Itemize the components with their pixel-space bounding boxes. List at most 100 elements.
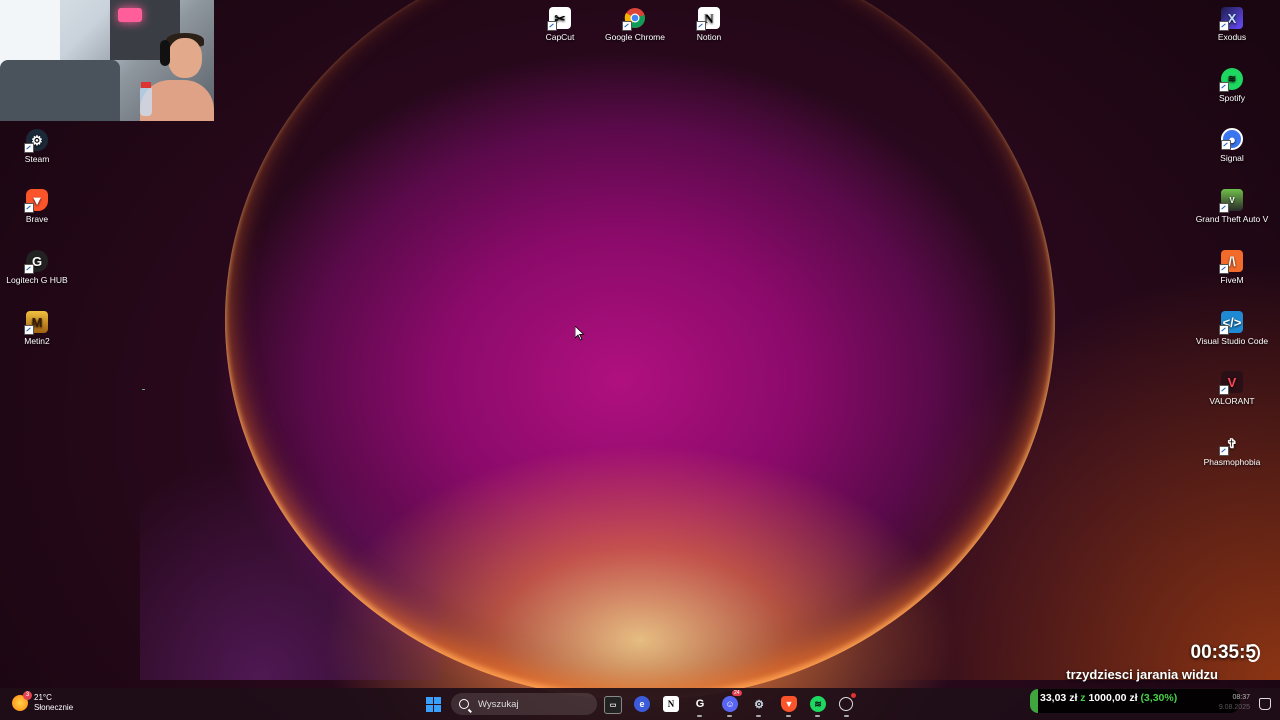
desktop-icon-label: Spotify xyxy=(1219,93,1245,103)
desktop-icon-label: Phasmophobia xyxy=(1203,457,1261,467)
discord-icon[interactable]: ☺ xyxy=(722,696,738,712)
desktop-icon-label: Logitech G HUB xyxy=(6,275,68,285)
capcut-icon: ✂ xyxy=(547,7,571,31)
donation-current: 33,03 zł xyxy=(1040,692,1078,704)
shortcut-arrow-icon xyxy=(24,203,34,213)
running-indicator xyxy=(815,715,820,717)
sun-icon: 3 xyxy=(12,691,32,711)
desktop-icon-label: Visual Studio Code xyxy=(1195,336,1269,346)
search-icon xyxy=(459,699,469,709)
edge-icon[interactable]: e xyxy=(634,696,650,712)
mouse-cursor-icon xyxy=(575,326,585,341)
shortcut-arrow-icon xyxy=(1219,325,1229,335)
shortcut-arrow-icon xyxy=(1221,140,1231,150)
donation-goal-text: 33,03 zł z 1000,00 zł (3,30%) xyxy=(1040,692,1177,704)
shortcut-arrow-icon xyxy=(1219,446,1229,456)
logitech-icon: G xyxy=(24,250,48,274)
running-indicator xyxy=(844,715,849,717)
running-indicator xyxy=(727,715,732,717)
donation-separator: z xyxy=(1080,692,1086,704)
desktop-icon-exodus[interactable]: X Exodus xyxy=(1192,7,1272,43)
brave-taskbar-icon[interactable]: ▼ xyxy=(781,696,797,712)
shortcut-arrow-icon xyxy=(24,264,34,274)
shortcut-arrow-icon xyxy=(1219,264,1229,274)
desktop-icon-fivem[interactable]: /\ FiveM xyxy=(1192,250,1272,286)
bottle-icon xyxy=(140,86,152,116)
weather-condition: Słonecznie xyxy=(34,703,74,712)
desktop-icon-gta[interactable]: V Grand Theft Auto V xyxy=(1192,189,1272,225)
weather-temp: 21°C xyxy=(34,693,52,702)
desktop-icon-label: Google Chrome xyxy=(604,32,665,42)
desktop-icon-phasmophobia[interactable]: ✞ Phasmophobia xyxy=(1192,432,1272,468)
desktop-icon-spotify[interactable]: ≋ Spotify xyxy=(1192,68,1272,104)
signal-icon: ● xyxy=(1221,128,1243,150)
desktop-icon-notion[interactable]: N Notion xyxy=(669,7,749,43)
desktop-icon-label: Brave xyxy=(25,214,49,224)
taskbar-clock[interactable]: 08:37 9.08.2025 xyxy=(1219,693,1250,713)
desktop-icon-label: Notion xyxy=(696,32,722,42)
weather-badge: 3 xyxy=(23,691,32,700)
refresh-icon xyxy=(1246,644,1260,662)
phasmophobia-icon: ✞ xyxy=(1219,432,1243,456)
desktop-icon-logitech[interactable]: G Logitech G HUB xyxy=(0,250,77,286)
desktop-icon-capcut[interactable]: ✂ CapCut xyxy=(520,7,600,43)
metin2-icon: M xyxy=(24,311,48,335)
clock-date: 9.08.2025 xyxy=(1218,704,1250,711)
spotify-icon: ≋ xyxy=(1219,68,1243,92)
search-placeholder: Wyszukaj xyxy=(478,698,519,710)
donation-progress-fill xyxy=(1030,689,1038,713)
steam-taskbar-icon[interactable]: ⚙ xyxy=(751,696,767,712)
notification-dot xyxy=(851,693,856,698)
settings-icon[interactable] xyxy=(839,697,853,711)
wallpaper-glow-left xyxy=(140,420,440,680)
shortcut-arrow-icon xyxy=(24,143,34,153)
valorant-icon: V xyxy=(1219,371,1243,395)
desktop-icon-signal[interactable]: ● Signal xyxy=(1192,128,1272,164)
spotify-taskbar-icon[interactable]: ≋ xyxy=(810,696,826,712)
desktop-icon-steam[interactable]: ⚙ Steam xyxy=(0,129,77,165)
shortcut-arrow-icon xyxy=(696,21,706,31)
desktop-icon-metin2[interactable]: M Metin2 xyxy=(0,311,77,347)
webcam-lamp xyxy=(118,8,142,22)
headset-icon xyxy=(160,40,170,66)
weather-widget[interactable]: 3 21°C Słonecznie xyxy=(12,691,74,713)
shortcut-arrow-icon xyxy=(1219,385,1229,395)
steam-icon: ⚙ xyxy=(24,129,48,153)
terminal-icon[interactable]: ▭ xyxy=(604,696,622,714)
desktop-artifact xyxy=(142,389,145,390)
webcam-person-head xyxy=(168,38,202,78)
desktop-icon-chrome[interactable]: Google Chrome xyxy=(595,7,675,43)
desktop-icon-label: Signal xyxy=(1220,153,1244,163)
shortcut-arrow-icon xyxy=(622,21,632,31)
desktop-icon-label: Metin2 xyxy=(24,336,50,346)
desktop-icon-label: VALORANT xyxy=(1209,396,1255,406)
shortcut-arrow-icon xyxy=(24,325,34,335)
shortcut-arrow-icon xyxy=(1219,82,1229,92)
running-indicator xyxy=(756,715,761,717)
gta-icon: V xyxy=(1219,189,1243,213)
shortcut-arrow-icon xyxy=(1219,21,1229,31)
shortcut-arrow-icon xyxy=(547,21,557,31)
donation-goal: 1000,00 zł xyxy=(1088,692,1138,704)
logitech-taskbar-icon[interactable]: G xyxy=(692,696,708,712)
brave-icon: ▼ xyxy=(24,189,48,213)
taskbar-search[interactable]: Wyszukaj xyxy=(451,693,597,715)
notion-icon: N xyxy=(696,7,720,31)
desktop-icon-label: Grand Theft Auto V xyxy=(1195,214,1269,224)
notion-taskbar-icon[interactable]: N xyxy=(663,696,679,712)
desktop-icon-valorant[interactable]: V VALORANT xyxy=(1192,371,1272,407)
shortcut-arrow-icon xyxy=(1219,203,1229,213)
fivem-icon: /\ xyxy=(1219,250,1243,274)
windows-start-icon[interactable] xyxy=(426,697,441,712)
desktop-icon-vscode[interactable]: </> Visual Studio Code xyxy=(1192,311,1272,347)
vscode-icon: </> xyxy=(1219,311,1243,335)
exodus-icon: X xyxy=(1219,7,1243,31)
chrome-icon xyxy=(622,7,646,31)
discord-badge: 24 xyxy=(732,690,742,696)
desktop-icon-brave[interactable]: ▼ Brave xyxy=(0,189,77,225)
webcam-overlay xyxy=(0,0,214,121)
notification-bell-icon[interactable] xyxy=(1259,698,1271,710)
desktop-icon-label: CapCut xyxy=(545,32,575,42)
desktop-icon-label: Steam xyxy=(24,154,50,164)
bottle-cap xyxy=(141,82,151,88)
